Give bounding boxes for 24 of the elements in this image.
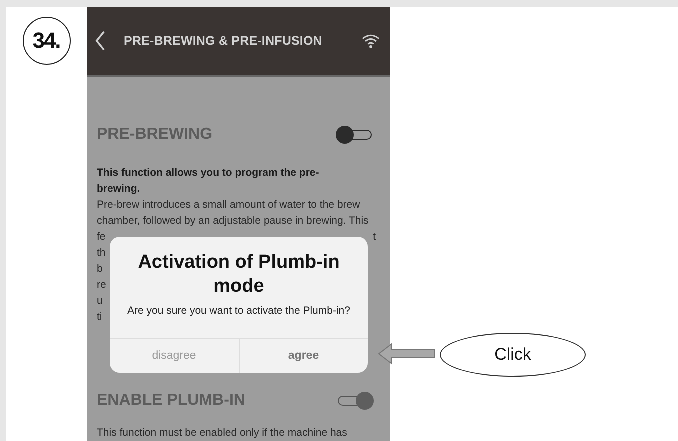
description-text: ti [97,310,102,325]
disagree-button[interactable]: disagree [110,339,238,373]
agree-button[interactable]: agree [238,339,368,373]
description-text: t [373,230,376,245]
description-text: b [97,262,103,277]
dialog-message: Are you sure you want to activate the Plumb-in? [128,305,350,317]
description-text: re [97,278,106,293]
description-text: u [97,294,103,309]
description-text: Pre-brew introduces a small amount of water to the brew [97,198,360,213]
section-heading: PRE-BREWING [97,126,213,144]
dialog-title: Activation of Plumb-in mode [137,251,341,299]
toggle-switch[interactable] [336,126,374,144]
back-icon[interactable] [95,31,106,51]
click-callout: Click [440,333,586,377]
toggle-switch[interactable] [336,392,374,410]
description-bold-text: This function allows you to program the pre-brewing. [97,166,320,197]
wifi-icon [362,34,380,48]
description-text: chamber, followed by an adjustable pause in brewing. This [97,214,369,229]
description-text: fe [97,230,106,245]
screen-title: PRE-BREWING & PRE-INFUSION [124,34,324,48]
description-text: This function must be enabled only if the machine has [97,426,348,441]
description-text: th [97,246,106,261]
section-heading: ENABLE PLUMB-IN [97,392,246,410]
step-number: 34. [22,17,70,65]
